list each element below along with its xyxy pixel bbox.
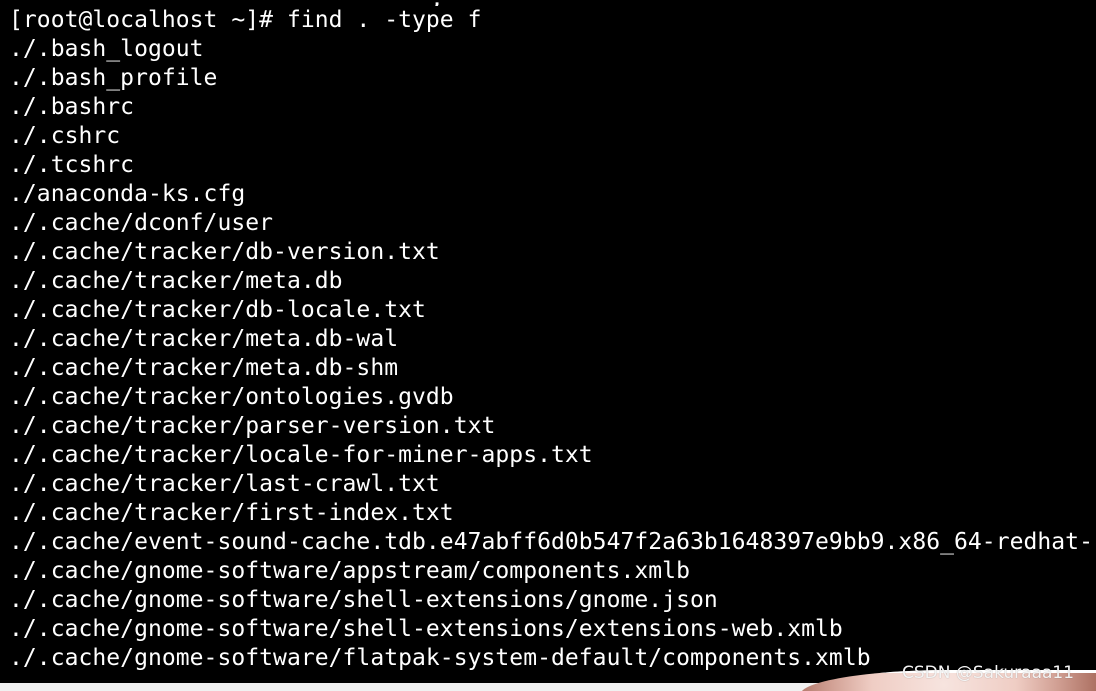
file-path-line: ./.cache/tracker/first-index.txt (9, 500, 454, 526)
file-path-line: ./.cache/event-sound-cache.tdb.e47abff6d… (9, 529, 1093, 555)
file-path-line: ./.bashrc (9, 94, 135, 120)
file-path-line: ./.cache/tracker/last-crawl.txt (9, 471, 440, 497)
file-path-line: ./.cache/tracker/meta.db-shm (9, 355, 399, 381)
file-path-line: ./.cache/gnome-software/shell-extensions… (9, 587, 718, 613)
csdn-watermark: CSDN @Sakuraaa11 (902, 663, 1075, 683)
file-path-line: ./.cache/gnome-software/shell-extensions… (9, 616, 843, 642)
file-path-line: ./.cache/tracker/db-version.txt (9, 239, 440, 265)
file-path-line: ./.cache/tracker/ontologies.gvdb (9, 384, 454, 410)
file-path-line: ./.bash_profile (9, 65, 218, 91)
terminal-window[interactable]: , [root@localhost ~]# find . -type f ./.… (0, 0, 1096, 691)
file-path-line: ./.cache/tracker/locale-for-miner-apps.t… (9, 442, 593, 468)
file-path-line: ./.cache/tracker/parser-version.txt (9, 413, 496, 439)
file-path-line: ./anaconda-ks.cfg (9, 181, 246, 207)
file-path-line: ./.cache/tracker/db-locale.txt (9, 297, 426, 323)
file-path-line: ./.cache/gnome-software/appstream/compon… (9, 558, 690, 584)
file-path-line: ./.cache/dconf/user (9, 210, 274, 236)
file-path-line: ./.tcshrc (9, 152, 135, 178)
file-path-line: ./.bash_logout (9, 36, 204, 62)
command-prompt-line: [root@localhost ~]# find . -type f (9, 7, 482, 33)
file-path-line: ./.cache/gnome-software/flatpak-system-d… (9, 645, 871, 671)
file-path-line: ./.cache/tracker/meta.db-wal (9, 326, 399, 352)
file-path-line: ./.cshrc (9, 123, 121, 149)
file-path-line: ./.cache/tracker/meta.db (9, 268, 343, 294)
screenshot: , [root@localhost ~]# find . -type f ./.… (0, 0, 1096, 691)
